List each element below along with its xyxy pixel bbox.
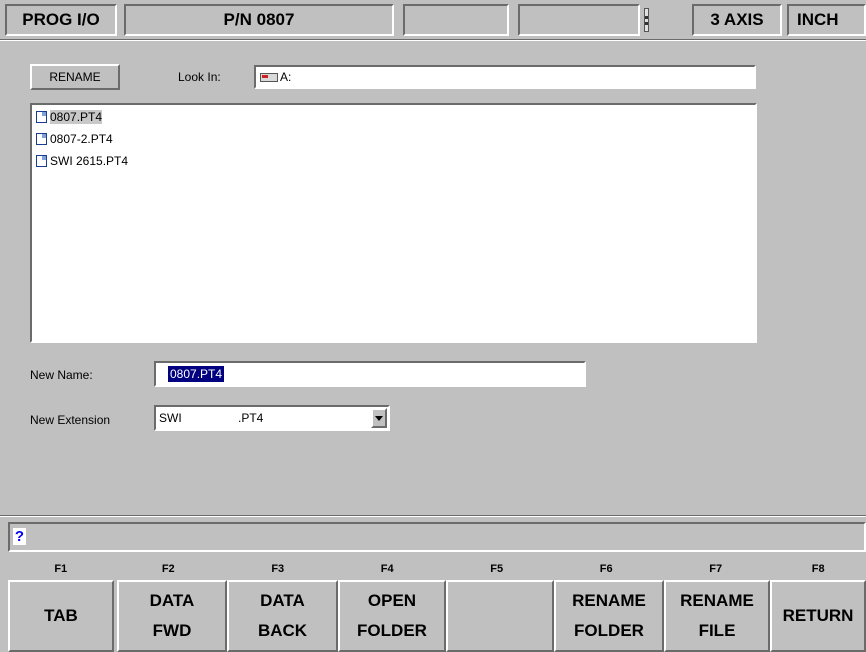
fkey-label: F1 xyxy=(54,563,68,575)
look-in-label: Look In: xyxy=(178,70,221,84)
new-name-value: 0807.PT4 xyxy=(168,366,225,382)
units-label: INCH xyxy=(797,10,839,29)
new-extension-value: .PT4 xyxy=(238,411,264,425)
softkey-line2: FWD xyxy=(152,621,192,640)
file-icon xyxy=(36,133,47,145)
mode-label: PROG I/O xyxy=(22,10,100,29)
rename-title-label: RENAME xyxy=(49,70,101,84)
softkey-line1: DATA xyxy=(260,591,305,610)
softkey-line2: BACK xyxy=(257,621,308,640)
fkey-label: F5 xyxy=(490,563,504,575)
file-name: 0807.PT4 xyxy=(50,110,103,124)
dropdown-arrow-icon[interactable] xyxy=(371,408,387,428)
function-key-labels: F1 F2 F3 F4 F5 F6 F7 F8 xyxy=(8,558,866,580)
softkey-line2: FILE xyxy=(698,621,736,640)
rename-folder-softkey[interactable]: RENAME FOLDER xyxy=(554,580,664,652)
softkey-line1: TAB xyxy=(44,606,78,625)
open-folder-softkey[interactable]: OPEN FOLDER xyxy=(338,580,446,652)
rename-title-button[interactable]: RENAME xyxy=(30,64,120,90)
message-bar: ? xyxy=(8,522,866,552)
look-in-value: A: xyxy=(280,70,292,84)
file-list[interactable]: 0807.PT4 0807-2.PT4 SWI 2615.PT4 xyxy=(30,103,757,343)
axis-indicator: 3 AXIS xyxy=(692,4,782,36)
file-list-item[interactable]: SWI 2615.PT4 xyxy=(36,152,128,170)
part-number-label: P/N 0807 xyxy=(223,10,295,29)
file-name: 0807-2.PT4 xyxy=(50,132,113,146)
fkey-label: F8 xyxy=(811,563,825,575)
fkey-label: F2 xyxy=(161,563,175,575)
new-extension-prefix: SWI xyxy=(159,411,182,425)
fkey-label: F3 xyxy=(271,563,285,575)
help-icon[interactable]: ? xyxy=(13,528,26,545)
new-name-input[interactable]: 0807.PT4 xyxy=(154,361,586,387)
softkey-line1: RETURN xyxy=(782,606,854,625)
new-name-label: New Name: xyxy=(30,368,93,382)
file-icon xyxy=(36,155,47,167)
status-field-1 xyxy=(403,4,509,36)
softkey-line1: RENAME xyxy=(572,591,646,610)
data-fwd-softkey[interactable]: DATA FWD xyxy=(117,580,227,652)
status-gauge-icon xyxy=(642,6,652,34)
fkey-label: F7 xyxy=(709,563,723,575)
mode-indicator: PROG I/O xyxy=(5,4,117,36)
status-field-2 xyxy=(518,4,640,36)
look-in-field[interactable]: A: xyxy=(254,65,756,89)
new-extension-label: New Extension xyxy=(30,413,111,427)
tab-softkey[interactable]: TAB xyxy=(8,580,114,652)
header-divider xyxy=(0,39,866,41)
part-number-indicator: P/N 0807 xyxy=(124,4,394,36)
return-softkey[interactable]: RETURN xyxy=(770,580,866,652)
softkey-line1: RENAME xyxy=(680,591,754,610)
units-indicator: INCH xyxy=(787,4,866,36)
softkey-line1: OPEN xyxy=(367,591,417,610)
softkey-line2: FOLDER xyxy=(574,621,644,640)
drive-icon xyxy=(260,72,278,82)
fkey-label: F6 xyxy=(599,563,613,575)
rename-file-softkey[interactable]: RENAME FILE xyxy=(664,580,770,652)
axis-label: 3 AXIS xyxy=(710,10,764,29)
data-back-softkey[interactable]: DATA BACK xyxy=(227,580,338,652)
new-extension-select[interactable]: SWI .PT4 xyxy=(154,405,390,431)
file-name: SWI 2615.PT4 xyxy=(50,154,129,168)
file-icon xyxy=(36,111,47,123)
file-list-item[interactable]: 0807-2.PT4 xyxy=(36,130,113,148)
softkey-line1: DATA xyxy=(149,591,195,610)
fkey-label: F4 xyxy=(380,563,394,575)
f5-softkey[interactable] xyxy=(446,580,554,652)
softkey-line2: FOLDER xyxy=(357,621,427,640)
message-divider xyxy=(0,515,866,517)
file-list-item[interactable]: 0807.PT4 xyxy=(36,108,103,126)
